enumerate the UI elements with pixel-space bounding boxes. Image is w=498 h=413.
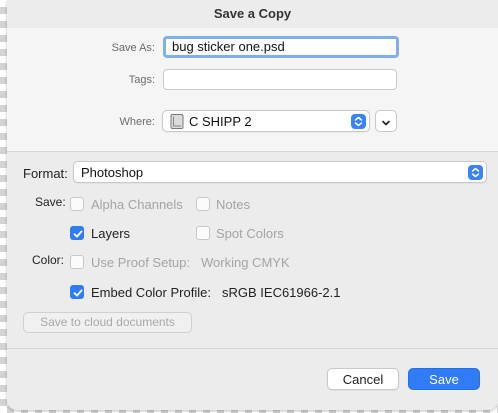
where-value: C SHIPP 2 xyxy=(189,114,252,129)
spot-colors-checkbox[interactable] xyxy=(196,226,210,240)
color-profile-value: sRGB IEC61966-2.1 xyxy=(222,285,341,300)
format-label: Format: xyxy=(23,166,68,181)
checkmark-icon xyxy=(73,230,83,238)
cancel-button[interactable]: Cancel xyxy=(327,368,399,390)
format-value: Photoshop xyxy=(81,165,144,180)
file-location-panel: Save As: bug sticker one.psd Tags: Where… xyxy=(7,28,498,152)
save-dialog: Save a Copy Save As: bug sticker one.psd… xyxy=(7,0,498,410)
checkmark-icon xyxy=(73,289,83,297)
spot-colors-label: Spot Colors xyxy=(216,226,284,241)
use-proof-setup-checkbox[interactable] xyxy=(70,255,84,269)
embed-color-profile-label: Embed Color Profile: xyxy=(91,285,211,300)
save-button[interactable]: Save xyxy=(408,368,480,390)
tags-input[interactable] xyxy=(163,69,397,90)
save-as-input[interactable]: bug sticker one.psd xyxy=(163,36,399,58)
hard-drive-icon xyxy=(170,114,184,129)
format-popup[interactable]: Photoshop xyxy=(73,161,487,183)
embed-color-profile-checkbox[interactable] xyxy=(70,285,84,299)
where-popup[interactable]: C SHIPP 2 xyxy=(162,110,370,132)
notes-checkbox[interactable] xyxy=(196,197,210,211)
layers-checkbox[interactable] xyxy=(70,226,84,240)
save-as-label: Save As: xyxy=(111,42,155,54)
color-options-label: Color: xyxy=(32,253,65,267)
where-label: Where: xyxy=(119,116,155,128)
up-down-chevron-icon xyxy=(468,165,483,180)
footer-divider xyxy=(7,348,498,349)
use-proof-setup-label: Use Proof Setup: xyxy=(91,255,190,270)
proof-setup-value: Working CMYK xyxy=(201,255,290,270)
layers-label: Layers xyxy=(91,226,131,241)
chevron-down-icon xyxy=(381,116,391,126)
dialog-title: Save a Copy xyxy=(213,6,292,21)
up-down-chevron-icon xyxy=(351,114,366,129)
alpha-channels-checkbox[interactable] xyxy=(70,197,84,211)
expand-button[interactable] xyxy=(375,110,397,132)
tags-label: Tags: xyxy=(128,74,155,86)
save-to-cloud-button[interactable]: Save to cloud documents xyxy=(23,312,192,333)
alpha-channels-label: Alpha Channels xyxy=(91,197,183,212)
notes-label: Notes xyxy=(216,197,250,212)
save-options-label: Save: xyxy=(35,195,66,209)
